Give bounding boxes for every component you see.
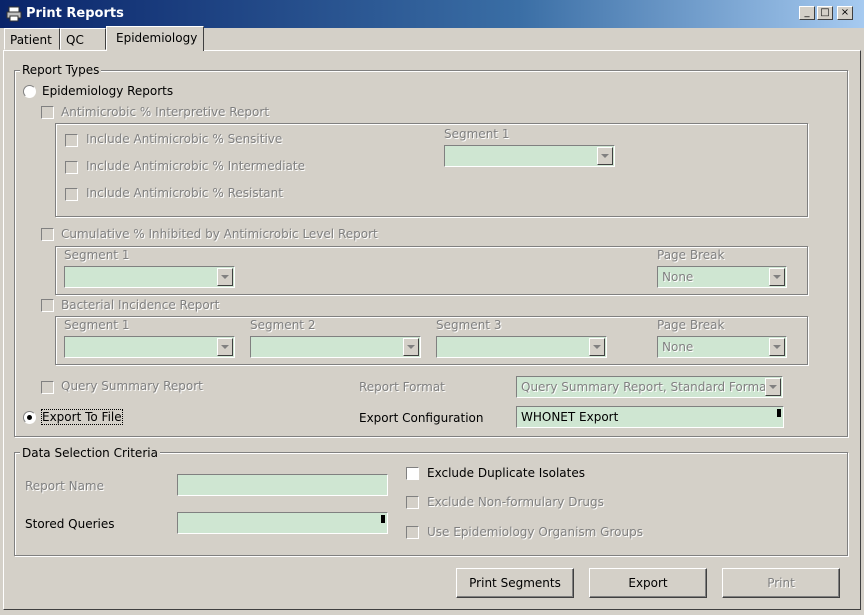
- tab-label: Epidemiology: [116, 31, 198, 45]
- dropdown-marker-icon: [381, 515, 385, 523]
- export-config-field[interactable]: WHONET Export: [516, 406, 784, 428]
- close-button[interactable]: ×: [837, 6, 853, 20]
- cumulative-report-label: Cumulative % Inhibited by Antimicrobic L…: [61, 227, 378, 241]
- export-to-file-label: Export To File: [41, 409, 123, 425]
- tab-label: QC: [66, 33, 84, 47]
- query-summary-label: Query Summary Report: [61, 379, 203, 393]
- report-format-label: Report Format: [359, 380, 445, 394]
- cum-segment1-dropdown[interactable]: [64, 266, 235, 288]
- chevron-down-icon[interactable]: [589, 338, 605, 356]
- cumulative-report-checkbox[interactable]: [41, 228, 54, 241]
- export-to-file-radio[interactable]: [23, 411, 36, 424]
- export-button[interactable]: Export: [589, 568, 707, 598]
- report-types-legend: Report Types: [20, 63, 102, 77]
- report-format-dropdown[interactable]: Query Summary Report, Standard Format: [516, 376, 783, 398]
- radio-selected-dot: [27, 415, 32, 420]
- tab-epidemiology[interactable]: Epidemiology: [106, 26, 204, 51]
- printer-icon: [6, 6, 22, 22]
- exclude-nonformulary-label: Exclude Non-formulary Drugs: [427, 495, 604, 509]
- tab-patient[interactable]: Patient: [4, 28, 60, 50]
- bac-page-break-value: None: [662, 340, 694, 354]
- print-segments-button[interactable]: Print Segments: [456, 568, 574, 598]
- segment1-dropdown[interactable]: [444, 145, 615, 167]
- cum-page-break-label: Page Break: [657, 248, 725, 262]
- include-intermediate-checkbox[interactable]: [65, 161, 78, 174]
- tab-qc[interactable]: QC: [60, 28, 106, 50]
- include-sensitive-checkbox[interactable]: [65, 134, 78, 147]
- print-button[interactable]: Print: [722, 568, 840, 598]
- exclude-duplicates-label: Exclude Duplicate Isolates: [427, 466, 585, 480]
- bac-page-break-dropdown[interactable]: None: [657, 336, 787, 358]
- antimicrobic-interpretive-label: Antimicrobic % Interpretive Report: [61, 105, 270, 119]
- tab-label: Patient: [10, 33, 52, 47]
- dropdown-marker-icon: [777, 409, 781, 417]
- maximize-button[interactable]: □: [817, 6, 833, 20]
- minimize-button[interactable]: _: [799, 6, 815, 20]
- cum-segment1-label: Segment 1: [64, 248, 130, 262]
- epidemiology-reports-radio[interactable]: [23, 85, 36, 98]
- chevron-down-icon[interactable]: [765, 378, 781, 396]
- chevron-down-icon[interactable]: [769, 268, 785, 286]
- bac-page-break-label: Page Break: [657, 318, 725, 332]
- title-bar[interactable]: Print Reports _ □ ×: [0, 0, 864, 28]
- bac-segment1-label: Segment 1: [64, 318, 130, 332]
- export-config-value: WHONET Export: [521, 410, 619, 424]
- include-sensitive-label: Include Antimicrobic % Sensitive: [86, 132, 283, 146]
- antimicrobic-interpretive-checkbox[interactable]: [41, 106, 54, 119]
- export-config-label: Export Configuration: [359, 411, 484, 425]
- segment1-label: Segment 1: [444, 127, 510, 141]
- report-name-input[interactable]: [177, 474, 388, 496]
- bac-segment2-label: Segment 2: [250, 318, 316, 332]
- bac-segment3-dropdown[interactable]: [436, 336, 607, 358]
- chevron-down-icon[interactable]: [403, 338, 419, 356]
- chevron-down-icon[interactable]: [217, 338, 233, 356]
- organism-groups-checkbox[interactable]: [406, 526, 419, 539]
- report-name-label: Report Name: [25, 479, 104, 493]
- include-intermediate-label: Include Antimicrobic % Intermediate: [86, 159, 305, 173]
- report-format-value: Query Summary Report, Standard Format: [521, 380, 772, 394]
- bac-segment2-dropdown[interactable]: [250, 336, 421, 358]
- stored-queries-label: Stored Queries: [25, 517, 115, 531]
- bacterial-incidence-checkbox[interactable]: [41, 299, 54, 312]
- include-resistant-label: Include Antimicrobic % Resistant: [86, 186, 283, 200]
- bacterial-incidence-label: Bacterial Incidence Report: [61, 298, 220, 312]
- bac-segment3-label: Segment 3: [436, 318, 502, 332]
- include-resistant-checkbox[interactable]: [65, 188, 78, 201]
- exclude-nonformulary-checkbox[interactable]: [406, 496, 419, 509]
- window-title: Print Reports: [26, 6, 124, 21]
- exclude-duplicates-checkbox[interactable]: [406, 467, 419, 480]
- organism-groups-label: Use Epidemiology Organism Groups: [427, 525, 643, 539]
- query-summary-checkbox[interactable]: [41, 381, 54, 394]
- chevron-down-icon[interactable]: [769, 338, 785, 356]
- cum-page-break-value: None: [662, 270, 694, 284]
- data-selection-legend: Data Selection Criteria: [20, 446, 160, 460]
- cum-page-break-dropdown[interactable]: None: [657, 266, 787, 288]
- epidemiology-reports-label: Epidemiology Reports: [42, 84, 174, 98]
- stored-queries-field[interactable]: [177, 512, 388, 534]
- bac-segment1-dropdown[interactable]: [64, 336, 235, 358]
- chevron-down-icon[interactable]: [597, 147, 613, 165]
- chevron-down-icon[interactable]: [217, 268, 233, 286]
